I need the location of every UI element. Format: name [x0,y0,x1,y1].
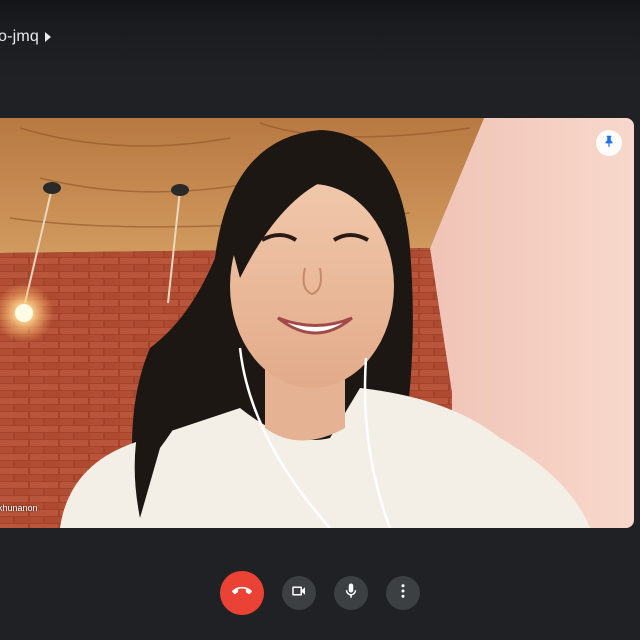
call-controls [0,560,640,630]
top-bar [0,0,640,80]
participant-video [0,118,634,528]
meeting-details-toggle[interactable]: o-jmq [0,28,52,46]
pin-icon [602,134,616,153]
toggle-microphone-button[interactable] [334,576,368,610]
participant-video-tile[interactable] [0,118,634,528]
more-options-button[interactable] [386,576,420,610]
toggle-camera-button[interactable] [282,576,316,610]
meeting-code: o-jmq [0,28,40,45]
mic-icon [342,582,360,605]
phone-hangup-icon [232,581,252,606]
videocam-icon [290,582,308,605]
pin-participant-button[interactable] [596,130,622,156]
leave-call-button[interactable] [220,571,264,615]
caret-right-icon [45,32,52,42]
participant-name-label: khunanon [0,503,38,513]
more-vert-icon [394,582,412,605]
